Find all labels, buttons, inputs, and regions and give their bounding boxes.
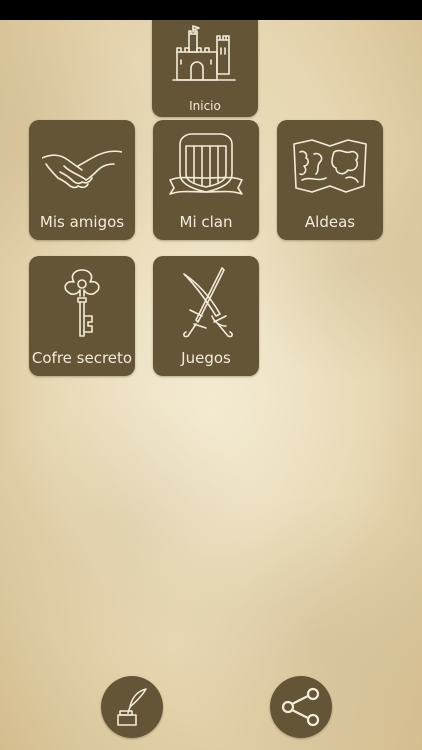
menu-tile-label: Mis amigos xyxy=(39,213,125,231)
quill-inkwell-icon xyxy=(117,688,147,726)
clan-shield-icon xyxy=(169,133,243,195)
key-icon xyxy=(64,269,100,337)
menu-tile-mi-clan[interactable]: Mi clan xyxy=(153,120,259,240)
menu-tile-inicio[interactable]: Inicio xyxy=(152,20,258,117)
menu-tile-aldeas[interactable]: Aldeas xyxy=(277,120,383,240)
write-message-button[interactable] xyxy=(101,676,163,738)
handshake-icon xyxy=(42,150,122,189)
share-button[interactable] xyxy=(270,676,332,738)
menu-tile-label: Aldeas xyxy=(304,213,356,231)
map-icon xyxy=(293,139,367,193)
crossed-swords-icon xyxy=(183,267,233,338)
menu-tile-cofre-secreto[interactable]: Cofre secreto xyxy=(29,256,135,376)
castle-icon xyxy=(172,25,236,81)
menu-tile-label: Mi clan xyxy=(179,213,233,231)
menu-tile-mis-amigos[interactable]: Mis amigos xyxy=(29,120,135,240)
menu-tile-label: Inicio xyxy=(189,99,221,113)
share-icon xyxy=(281,687,320,727)
menu-tile-juegos[interactable]: Juegos xyxy=(153,256,259,376)
menu-tile-label: Cofre secreto xyxy=(31,349,133,367)
menu-tile-label: Juegos xyxy=(181,349,231,367)
status-bar xyxy=(0,0,422,20)
